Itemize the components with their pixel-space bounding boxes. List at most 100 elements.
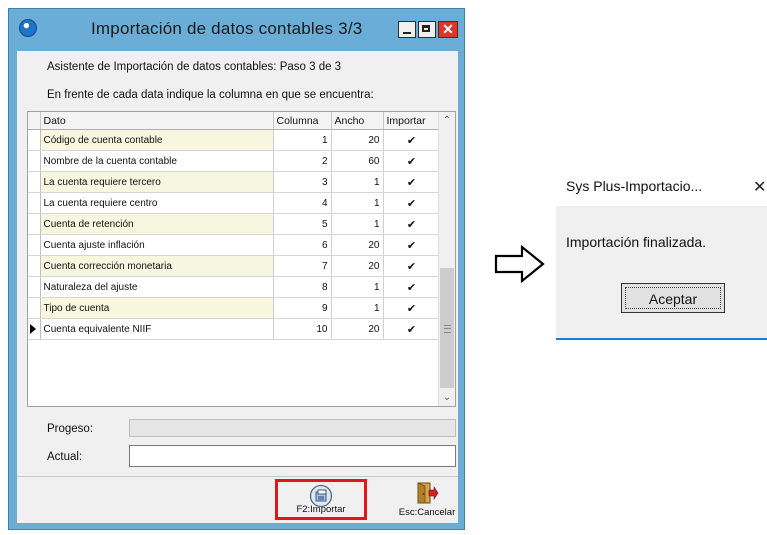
table-row[interactable]: Naturaleza del ajuste 8 1 ✔ [28,276,441,298]
cell-columna[interactable]: 3 [273,171,332,193]
table-row[interactable]: La cuenta requiere tercero 3 1 ✔ [28,171,441,193]
import-checkbox[interactable]: ✔ [383,213,441,235]
import-checkbox[interactable]: ✔ [383,276,441,298]
import-button-label: F2:Importar [296,504,346,515]
title-bar: Importación de datos contables 3/3 ✕ [9,9,464,51]
cell-columna[interactable]: 10 [273,318,332,340]
table-row[interactable]: Cuenta corrección monetaria 7 20 ✔ [28,255,441,277]
cell-dato: Cuenta ajuste inflación [40,234,274,256]
import-checkbox[interactable]: ✔ [383,192,441,214]
app-info-icon [19,19,37,37]
import-checkbox[interactable]: ✔ [383,171,441,193]
import-checkbox[interactable]: ✔ [383,255,441,277]
import-window: Importación de datos contables 3/3 ✕ Asi… [8,8,465,530]
actual-field [129,445,456,467]
cell-dato: La cuenta requiere centro [40,192,274,214]
header-indicator [28,112,41,130]
cell-dato: Tipo de cuenta [40,297,274,319]
import-checkbox[interactable]: ✔ [383,150,441,172]
mapping-grid[interactable]: Dato Columna Ancho Importar Código de cu… [27,111,456,407]
header-columna[interactable]: Columna [273,112,332,130]
cell-dato: La cuenta requiere tercero [40,171,274,193]
cell-ancho[interactable]: 60 [331,150,384,172]
import-checkbox[interactable]: ✔ [383,297,441,319]
cell-dato: Naturaleza del ajuste [40,276,274,298]
table-row[interactable]: Nombre de la cuenta contable 2 60 ✔ [28,150,441,172]
cancel-button-label: Esc:Cancelar [398,507,456,518]
maximize-icon[interactable] [418,21,436,38]
table-row[interactable]: La cuenta requiere centro 4 1 ✔ [28,192,441,214]
scroll-thumb[interactable] [440,268,454,388]
row-indicator-icon [30,324,36,334]
cell-ancho[interactable]: 1 [331,276,384,298]
mapping-table: Dato Columna Ancho Importar Código de cu… [28,112,441,340]
cell-ancho[interactable]: 20 [331,234,384,256]
row-indicator [28,318,41,340]
minimize-icon[interactable] [398,21,416,38]
cell-dato: Nombre de la cuenta contable [40,150,274,172]
row-indicator [28,192,41,214]
import-checkbox[interactable]: ✔ [383,129,441,151]
cell-ancho[interactable]: 20 [331,129,384,151]
message-dialog: Sys Plus-Importacio... ✕ Importación fin… [556,166,767,340]
cell-columna[interactable]: 4 [273,192,332,214]
table-row[interactable]: Cuenta ajuste inflación 6 20 ✔ [28,234,441,256]
cell-ancho[interactable]: 1 [331,192,384,214]
cell-ancho[interactable]: 1 [331,171,384,193]
header-dato[interactable]: Dato [40,112,274,130]
row-indicator [28,255,41,277]
cell-columna[interactable]: 2 [273,150,332,172]
table-row-current[interactable]: Cuenta equivalente NIIF 10 20 ✔ [28,318,441,340]
row-indicator [28,129,41,151]
cell-columna[interactable]: 9 [273,297,332,319]
table-row[interactable]: Cuenta de retención 5 1 ✔ [28,213,441,235]
row-indicator [28,150,41,172]
grid-scrollbar[interactable]: ⌃ ⌄ [438,112,455,406]
import-button[interactable]: F2:Importar [275,479,367,520]
header-ancho[interactable]: Ancho [331,112,384,130]
import-checkbox[interactable]: ✔ [383,234,441,256]
row-indicator [28,234,41,256]
ok-button-label: Aceptar [625,287,721,309]
progress-bar [129,419,456,437]
cell-ancho[interactable]: 20 [331,318,384,340]
exit-door-icon [417,482,439,504]
cell-columna[interactable]: 8 [273,276,332,298]
close-icon[interactable]: ✕ [438,21,458,38]
right-arrow-icon [494,244,545,284]
progress-label: Progeso: [47,423,94,435]
row-indicator [28,276,41,298]
cell-dato: Cuenta equivalente NIIF [40,318,274,340]
step-label: Asistente de Importación de datos contab… [47,61,342,73]
header-importar[interactable]: Importar [383,112,441,130]
cancel-button[interactable]: Esc:Cancelar [397,479,457,520]
instruction-label: En frente de cada data indique la column… [47,89,374,101]
row-indicator [28,171,41,193]
cell-ancho[interactable]: 1 [331,213,384,235]
cell-columna[interactable]: 7 [273,255,332,277]
cell-dato: Cuenta corrección monetaria [40,255,274,277]
actual-label: Actual: [47,451,83,463]
row-indicator [28,297,41,319]
cell-columna[interactable]: 6 [273,234,332,256]
grid-header-row: Dato Columna Ancho Importar [28,112,441,130]
cell-ancho[interactable]: 20 [331,255,384,277]
cell-columna[interactable]: 5 [273,213,332,235]
dialog-message: Importación finalizada. [566,234,707,250]
cell-ancho[interactable]: 1 [331,297,384,319]
window-client-area: Asistente de Importación de datos contab… [17,51,458,523]
scroll-up-icon[interactable]: ⌃ [439,112,455,129]
ok-button[interactable]: Aceptar [621,283,725,313]
table-row[interactable]: Tipo de cuenta 9 1 ✔ [28,297,441,319]
grip-icon [444,325,451,333]
import-checkbox[interactable]: ✔ [383,318,441,340]
window-title: Importación de datos contables 3/3 [91,19,363,38]
cell-dato: Código de cuenta contable [40,129,274,151]
table-row[interactable]: Código de cuenta contable 1 20 ✔ [28,129,441,151]
dialog-body: Importación finalizada. Aceptar [556,206,767,340]
dialog-close-icon[interactable]: ✕ [753,177,766,197]
cell-columna[interactable]: 1 [273,129,332,151]
dialog-title: Sys Plus-Importacio... [566,178,703,194]
scroll-down-icon[interactable]: ⌄ [439,389,455,406]
cell-dato: Cuenta de retención [40,213,274,235]
